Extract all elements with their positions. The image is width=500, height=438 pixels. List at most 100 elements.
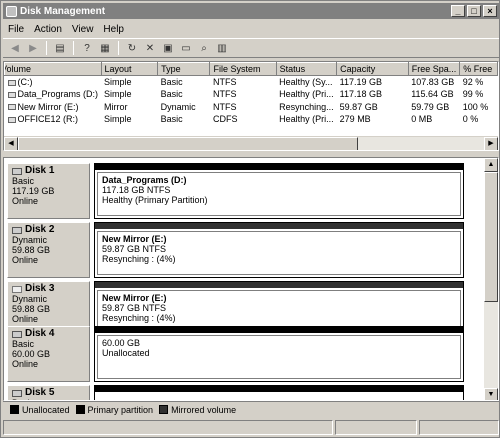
column-header-type[interactable]: Type [157,62,211,76]
type-cell: Basic [160,89,183,100]
window-title: Disk Management [20,5,106,17]
status-cell [3,420,333,435]
cd-drive-icon [7,116,16,123]
table-row[interactable]: (C:) Simple Basic NTFS Healthy (Sy... 11… [5,76,498,89]
partition-body: 60.00 GB Unallocated [97,335,461,379]
close-button[interactable]: × [483,5,497,17]
column-header-status[interactable]: Status [275,62,338,76]
volume-icon [7,104,16,111]
column-header-layout[interactable]: Layout [100,62,159,76]
explore-icon[interactable]: ⌕ [196,40,212,56]
volume-name: (C:) [17,77,33,87]
partition-status: Resynching : (4%) [102,313,176,323]
capacity-cell: 279 MB [339,114,371,125]
table-row[interactable]: Data_Programs (D:) Simple Basic NTFS Hea… [5,88,498,101]
forward-icon[interactable]: ▶ [25,40,41,56]
status-cell: Healthy (Sy... [279,77,333,87]
volume-cell: Data_Programs (D:) [5,88,102,101]
legend-unallocated: Unallocated [22,404,70,415]
maximize-button[interactable]: □ [467,5,481,17]
disk-row[interactable]: Disk 2 Dynamic 59.88 GB Online New Mirro… [7,222,484,278]
delete-icon[interactable]: ✕ [142,40,158,56]
refresh-icon[interactable]: ↻ [124,40,140,56]
console-tree-icon[interactable]: ▦ [97,40,113,56]
properties-icon[interactable]: ▣ [160,40,176,56]
column-header-volume[interactable]: Volume [4,62,102,76]
status-cell: Healthy (Pri... [279,114,334,125]
back-icon[interactable]: ◀ [7,40,23,56]
scroll-left-button[interactable]: ◀ [4,137,18,150]
disk-label[interactable]: Disk 2 Dynamic 59.88 GB Online [7,222,90,278]
scroll-up-button[interactable]: ▲ [484,158,498,172]
partition-status: Healthy (Primary Partition) [102,195,208,205]
legend-swatch-unallocated [10,405,19,414]
column-header-capacity[interactable]: Capacity [336,62,409,76]
menu-help[interactable]: Help [98,24,129,35]
capacity-cell: 117.18 GB [339,89,383,100]
legend-swatch-mirrored [159,405,169,414]
partition-bar [95,327,463,333]
settings-icon[interactable]: ▥ [214,40,230,56]
disk-size: 117.19 GB [12,186,55,196]
vertical-scroll-thumb[interactable] [484,172,498,302]
volume-name: Data_Programs (D:) [17,89,99,100]
scroll-down-button[interactable]: ▼ [484,388,498,400]
vertical-scrollbar[interactable]: ▲ ▼ [484,158,498,400]
column-header-free-space[interactable]: Free Spa... [407,62,461,76]
volume-cell: (C:) [5,76,102,89]
disk-size: 59.88 GB [12,245,51,255]
table-row[interactable]: New Mirror (E:) Mirror Dynamic NTFS Resy… [5,101,498,114]
volume-icon [7,79,16,86]
open-icon[interactable]: ▭ [178,40,194,56]
disk-icon [12,389,22,397]
scroll-right-button[interactable]: ▶ [484,137,498,150]
partition-bar [95,223,463,229]
partition-block[interactable]: 60.00 GB Unallocated [94,326,464,382]
disk-state: Online [12,255,39,265]
disk-row[interactable]: Disk 4 Basic 60.00 GB Online 60.00 GB Un… [7,326,484,382]
disk-warning-icon [12,285,22,293]
partition-block[interactable]: Data_Programs (D:) 117.18 GB NTFS Health… [94,163,464,219]
title-bar[interactable]: Disk Management _ □ × [3,3,499,19]
type-cell: Basic [160,114,183,125]
status-cell: Resynching... [279,101,334,112]
disk-row[interactable]: Disk 1 Basic 117.19 GB Online Data_Progr… [7,163,484,219]
disk-label[interactable]: Disk 5 Basic [7,385,90,400]
properties-pane-icon[interactable]: ▤ [52,40,68,56]
horizontal-scroll-thumb[interactable] [18,137,358,150]
pct-free-cell: 100 % [462,101,489,112]
menu-file[interactable]: File [3,24,29,35]
horizontal-scrollbar[interactable]: ◀ ▶ [4,136,498,150]
disk-row[interactable]: Disk 5 Basic [7,385,484,400]
volume-cell: New Mirror (E:) [5,101,102,114]
help-icon[interactable]: ? [79,40,95,56]
partition-block[interactable] [94,385,464,400]
disk-size: 59.88 GB [12,304,51,314]
menu-view[interactable]: View [67,24,99,35]
column-header-percent-free[interactable]: % Free [459,62,498,76]
volume-list[interactable]: Volume Layout Type File System Status Ca… [3,61,499,151]
layout-cell: Simple [104,77,132,87]
partition-bar [95,386,463,392]
free-cell: 107.83 GB [411,77,455,87]
fs-cell: NTFS [212,101,237,112]
type-cell: Basic [160,77,183,87]
disk-state: Online [12,359,39,369]
legend-swatch-primary [75,405,85,414]
minimize-button[interactable]: _ [451,5,465,17]
disk-name: Disk 5 [25,387,55,398]
type-cell: Dynamic [160,101,196,112]
disk-label[interactable]: Disk 4 Basic 60.00 GB Online [7,326,90,382]
partition-block[interactable]: New Mirror (E:) 59.87 GB NTFS Resynching… [94,222,464,278]
disk-size: 60.00 GB [12,349,51,359]
menu-action[interactable]: Action [29,24,67,35]
menu-bar: File Action View Help [3,21,499,37]
partition-bar [95,164,463,170]
column-header-file-system[interactable]: File System [209,62,277,76]
disk-label[interactable]: Disk 1 Basic 117.19 GB Online [7,163,90,219]
table-row[interactable]: OFFICE12 (R:) Simple Basic CDFS Healthy … [5,113,498,126]
fs-cell: NTFS [212,89,237,100]
partition-status: Resynching : (4%) [102,254,176,264]
disk-icon [12,226,22,234]
partition-bar [95,282,463,288]
